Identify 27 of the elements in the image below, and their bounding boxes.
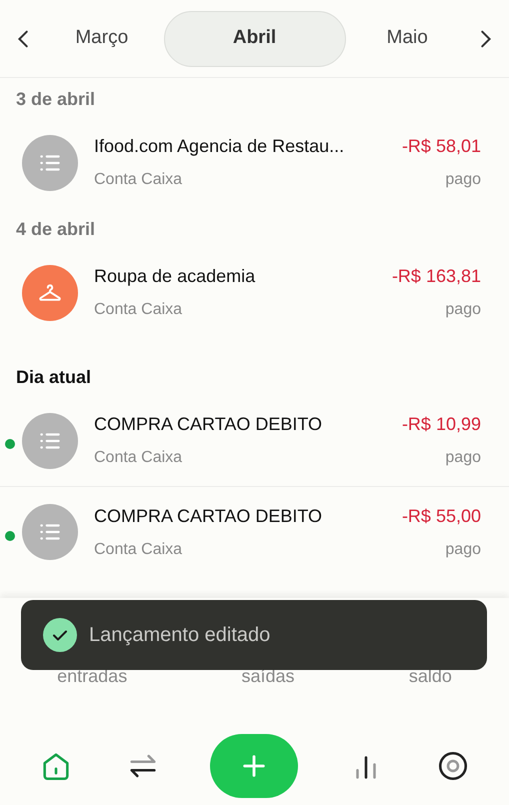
transaction-title: Roupa de academia (94, 265, 256, 288)
account-name: Conta Caixa (94, 300, 182, 320)
month-tab[interactable]: Março (42, 10, 162, 66)
check-icon (43, 618, 77, 652)
month-tab[interactable]: Maio (347, 10, 468, 66)
month-tab[interactable]: Abril (164, 10, 346, 66)
summary-label: entradas (57, 665, 128, 688)
payment-status: pago (445, 170, 481, 190)
date-heading: 4 de abril (15, 218, 96, 241)
transaction-amount: -R$ 10,99 (402, 413, 481, 436)
payment-status: pago (445, 300, 481, 320)
toast-message: Lançamento editado (89, 623, 270, 648)
transaction-title: Ifood.com Agencia de Restau... (94, 135, 344, 158)
transaction-title: COMPRA CARTAO DEBITO (94, 413, 322, 436)
transaction-title: COMPRA CARTAO DEBITO (94, 504, 322, 528)
payment-status: pago (445, 540, 481, 560)
summary-label: saldo (408, 665, 452, 688)
transaction-amount: -R$ 58,01 (402, 135, 481, 158)
payment-status: pago (445, 448, 481, 468)
date-heading: 3 de abril (15, 88, 96, 111)
account-name: Conta Caixa (94, 448, 182, 468)
transaction-amount: -R$ 163,81 (392, 265, 481, 288)
date-heading: Dia atual (15, 366, 92, 389)
summary-label: saídas (241, 665, 295, 688)
account-name: Conta Caixa (94, 540, 182, 560)
transaction-amount: -R$ 55,00 (402, 504, 481, 528)
account-name: Conta Caixa (94, 170, 182, 190)
